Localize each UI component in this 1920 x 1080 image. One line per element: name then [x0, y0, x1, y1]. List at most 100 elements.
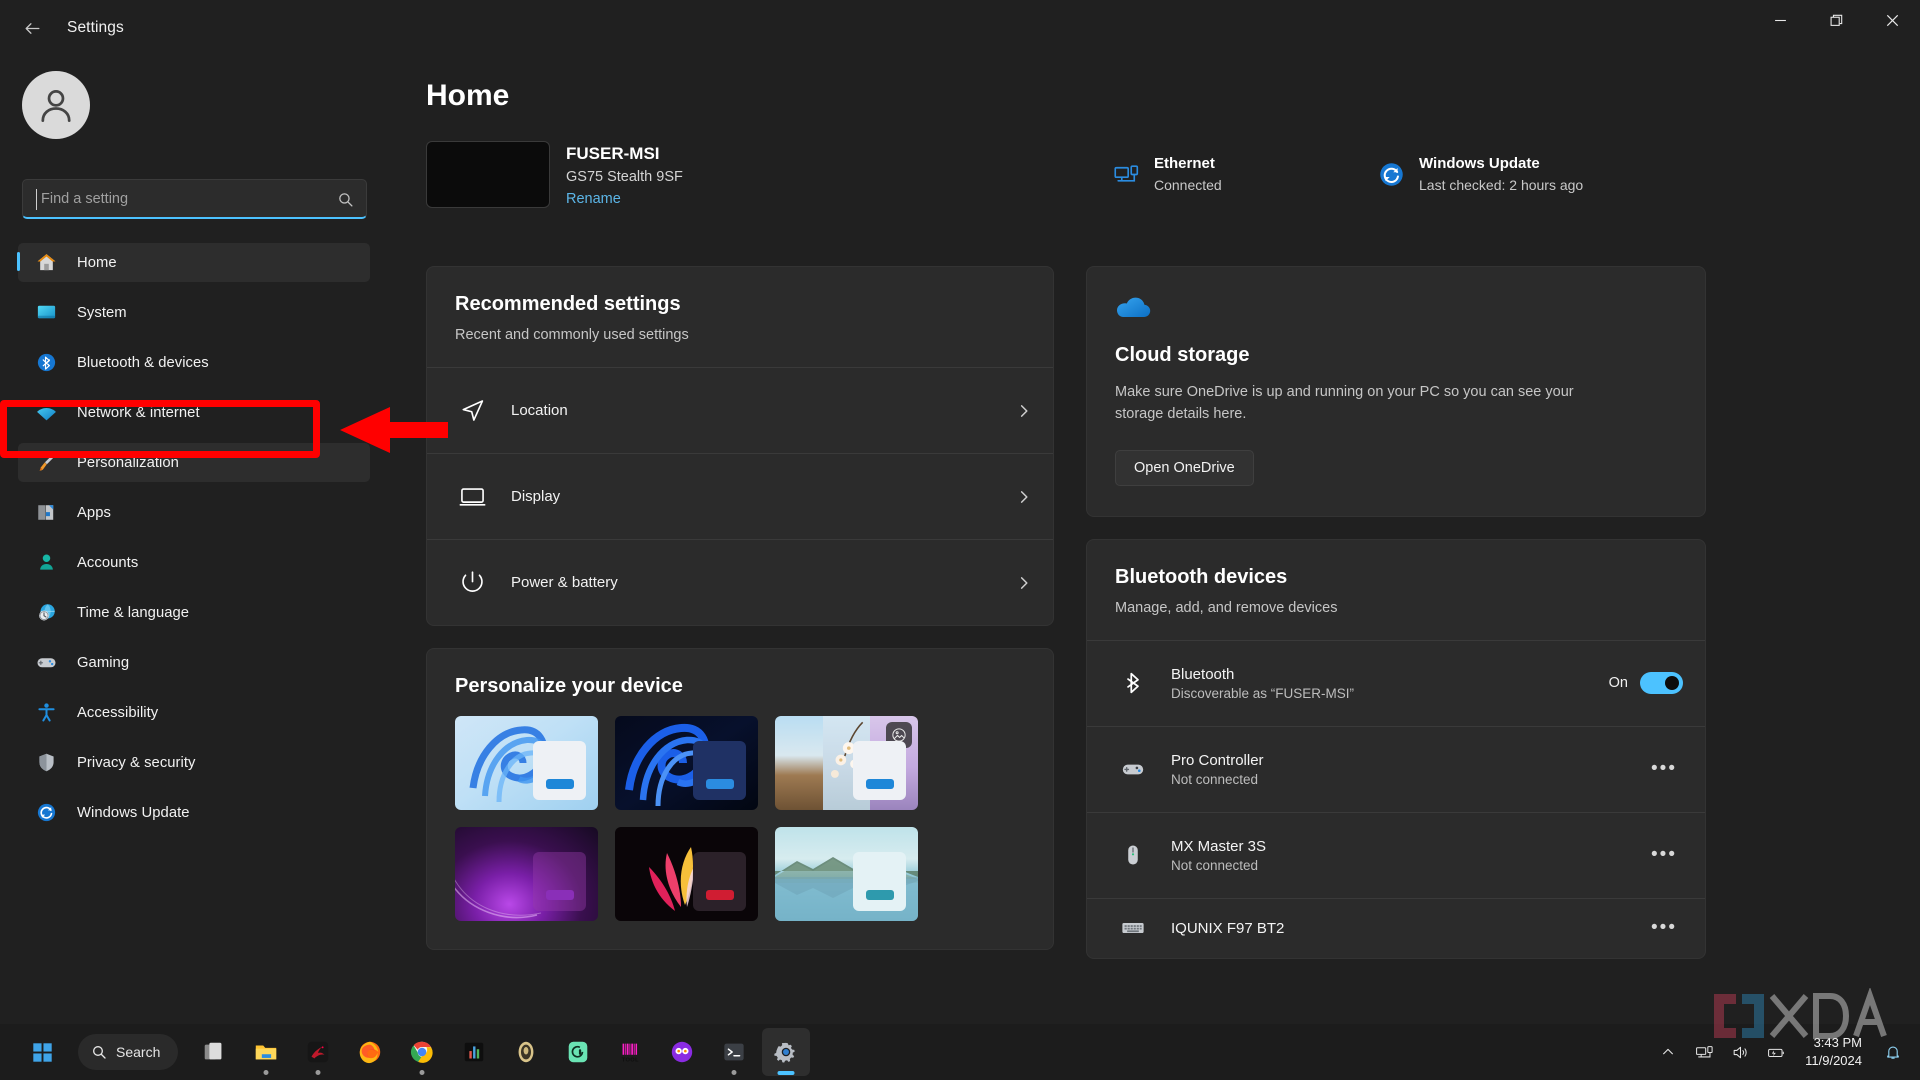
- main-content: Home FUSER-MSI GS75 Stealth 9SF Rename E…: [406, 46, 1920, 1026]
- sidebar-nav: Home System Bluetooth & devices Network …: [17, 243, 370, 843]
- device-summary: FUSER-MSI GS75 Stealth 9SF Rename Ethern…: [426, 141, 1876, 221]
- window-preview: [853, 741, 906, 800]
- card-header: Cloud storage Make sure OneDrive is up a…: [1087, 267, 1705, 516]
- device-name: Pro Controller: [1171, 751, 1264, 769]
- bluetooth-device-row[interactable]: IQUNIX F97 BT2 •••: [1087, 897, 1705, 958]
- file-explorer-icon: [256, 1045, 277, 1060]
- svg-text:TOOL: TOOL: [622, 1057, 639, 1063]
- sidebar-item-system[interactable]: System: [18, 293, 370, 332]
- window-preview: [853, 852, 906, 911]
- sidebar-item-network-internet[interactable]: Network & internet: [18, 393, 370, 432]
- bluetooth-toggle-row[interactable]: Bluetooth Discoverable as “FUSER-MSI” On: [1087, 639, 1705, 726]
- wallpaper-thumb[interactable]: [455, 827, 598, 921]
- display-icon: [455, 480, 489, 514]
- back-button[interactable]: [10, 8, 54, 48]
- accounts-icon: [34, 550, 59, 575]
- card-title: Recommended settings: [455, 293, 681, 315]
- sidebar-item-accounts[interactable]: Accounts: [18, 543, 370, 582]
- avatar[interactable]: [22, 71, 90, 139]
- google-chrome-button[interactable]: [398, 1028, 446, 1076]
- green-app-button[interactable]: [554, 1028, 602, 1076]
- tool-app-button[interactable]: TOOL: [606, 1028, 654, 1076]
- sidebar-item-label: Bluetooth & devices: [77, 354, 209, 371]
- settings-taskbar-button[interactable]: [762, 1028, 811, 1076]
- sidebar-item-label: Accounts: [77, 554, 139, 571]
- wallpaper-thumb-slideshow[interactable]: [775, 716, 918, 810]
- taskbar-search[interactable]: Search: [78, 1034, 179, 1070]
- sidebar-item-label: Personalization: [77, 454, 179, 471]
- window-preview: [693, 741, 746, 800]
- card-header: Recommended settings Recent and commonly…: [427, 267, 1053, 367]
- search-input[interactable]: Find a setting: [22, 179, 367, 219]
- open-onedrive-button[interactable]: Open OneDrive: [1115, 449, 1254, 486]
- device-name: MX Master 3S: [1171, 837, 1267, 855]
- device-menu-button[interactable]: •••: [1651, 844, 1683, 866]
- status-subtitle: Last checked: 2 hours ago: [1419, 176, 1584, 193]
- sidebar-item-personalization[interactable]: Personalization: [18, 443, 370, 482]
- close-icon: [1886, 14, 1898, 26]
- maximize-button[interactable]: [1808, 0, 1864, 40]
- sidebar-item-bluetooth-devices[interactable]: Bluetooth & devices: [18, 343, 370, 382]
- oculus-app-button[interactable]: [502, 1028, 550, 1076]
- purple-app-button[interactable]: [658, 1028, 706, 1076]
- window-title: Settings: [67, 19, 124, 36]
- sidebar-item-label: Privacy & security: [77, 754, 196, 771]
- sidebar: Find a setting Home System Bluetooth & d…: [0, 46, 448, 1026]
- msi-dragon-center-button[interactable]: [294, 1028, 342, 1076]
- device-thumbnail: [426, 141, 550, 208]
- home-icon: [34, 250, 59, 275]
- bluetooth-text: Pro Controller Not connected: [1171, 752, 1651, 787]
- firefox-button[interactable]: [346, 1028, 394, 1076]
- minimize-button[interactable]: [1752, 0, 1808, 40]
- close-button[interactable]: [1864, 0, 1920, 40]
- file-explorer-button[interactable]: [242, 1028, 290, 1076]
- sidebar-item-accessibility[interactable]: Accessibility: [18, 693, 370, 732]
- search-placeholder: Find a setting: [41, 190, 129, 207]
- toggle-knob: [1665, 676, 1679, 691]
- taskbar-preview: [865, 779, 894, 789]
- wallpaper-thumb[interactable]: [615, 827, 758, 921]
- card-subtitle: Manage, add, and remove devices: [1115, 599, 1338, 616]
- wallpaper-thumb[interactable]: [615, 716, 758, 810]
- recommended-row-power-battery[interactable]: Power & battery: [427, 539, 1053, 625]
- sidebar-item-label: Time & language: [77, 604, 190, 621]
- wallpaper-thumb[interactable]: [775, 827, 918, 921]
- start-button[interactable]: [18, 1028, 66, 1076]
- status-ethernet[interactable]: Ethernet Connected: [1111, 153, 1222, 196]
- sidebar-item-home[interactable]: Home: [17, 243, 370, 282]
- device-menu-button[interactable]: •••: [1651, 917, 1683, 939]
- status-windows-update[interactable]: Windows Update Last checked: 2 hours ago: [1376, 153, 1583, 196]
- oculus-icon: [518, 1041, 534, 1063]
- show-hidden-icons-button[interactable]: [1655, 1039, 1681, 1065]
- sidebar-item-label: Home: [77, 254, 117, 271]
- sidebar-item-apps[interactable]: Apps: [18, 493, 370, 532]
- sidebar-item-gaming[interactable]: Gaming: [18, 643, 370, 682]
- sidebar-item-label: Accessibility: [77, 704, 159, 721]
- bluetooth-icon: [1115, 665, 1151, 701]
- device-name: FUSER-MSI: [566, 144, 660, 163]
- sidebar-item-privacy-security[interactable]: Privacy & security: [18, 743, 370, 782]
- toggle-state-label: On: [1608, 675, 1628, 692]
- gaming-icon: [34, 650, 59, 675]
- card-title: Bluetooth devices: [1115, 565, 1288, 588]
- status-title: Windows Update: [1419, 155, 1540, 172]
- recommended-row-location[interactable]: Location: [427, 367, 1053, 453]
- recommended-row-display[interactable]: Display: [427, 453, 1053, 539]
- taskbar-search-label: Search: [116, 1044, 161, 1060]
- personalize-device-card: Personalize your device: [426, 648, 1054, 950]
- taskview-button[interactable]: [190, 1028, 238, 1076]
- purple-app-icon: [672, 1041, 693, 1063]
- sidebar-item-windows-update[interactable]: Windows Update: [18, 793, 370, 832]
- analytics-app-button[interactable]: [450, 1028, 498, 1076]
- running-indicator: [315, 1070, 321, 1075]
- rename-link[interactable]: Rename: [566, 191, 621, 207]
- wallpaper-thumb[interactable]: [455, 716, 598, 810]
- chevron-up-icon: [1663, 1048, 1674, 1055]
- bluetooth-device-row[interactable]: MX Master 3S Not connected •••: [1087, 811, 1705, 898]
- bluetooth-icon: [34, 350, 59, 375]
- bluetooth-device-row[interactable]: Pro Controller Not connected •••: [1087, 725, 1705, 812]
- terminal-button[interactable]: [710, 1028, 758, 1076]
- sidebar-item-time-language[interactable]: Time & language: [18, 593, 370, 632]
- bluetooth-toggle[interactable]: [1640, 672, 1683, 695]
- device-menu-button[interactable]: •••: [1651, 758, 1683, 780]
